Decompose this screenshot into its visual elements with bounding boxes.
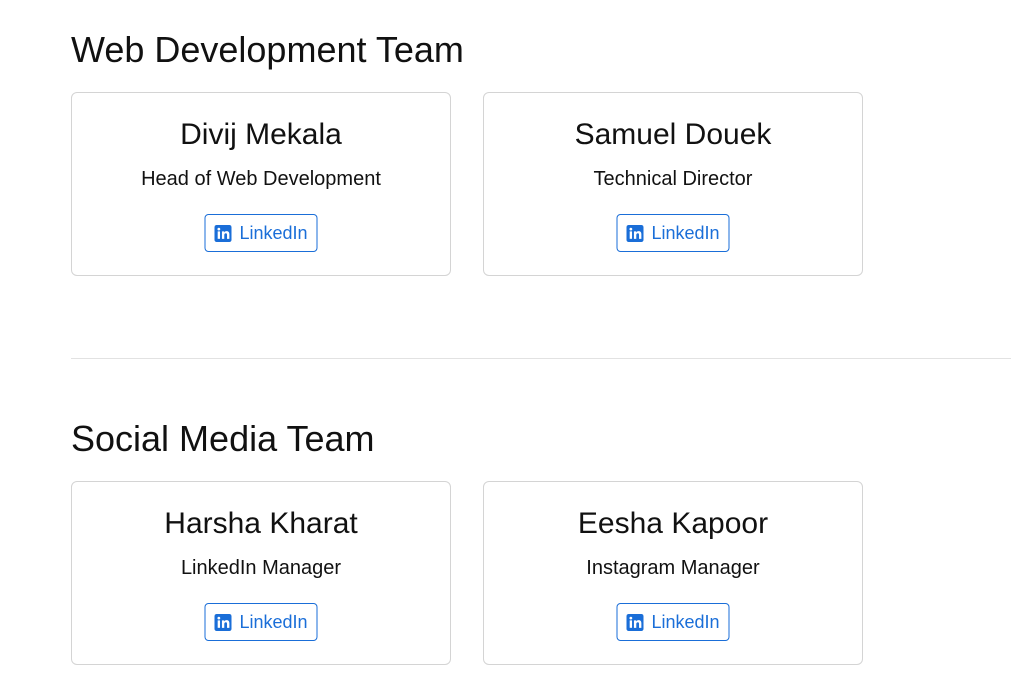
linkedin-button[interactable]: LinkedIn xyxy=(616,214,730,252)
member-card: Samuel Douek Technical Director LinkedIn xyxy=(483,92,863,276)
linkedin-button-label: LinkedIn xyxy=(239,611,308,632)
member-name: Eesha Kapoor xyxy=(577,507,769,540)
linkedin-icon xyxy=(626,613,644,631)
linkedin-button-label: LinkedIn xyxy=(239,222,308,243)
member-cards: Divij Mekala Head of Web Development Lin… xyxy=(71,92,871,278)
member-role: LinkedIn Manager xyxy=(180,557,342,579)
linkedin-icon xyxy=(214,613,232,631)
member-card: Harsha Kharat LinkedIn Manager LinkedIn xyxy=(71,481,451,665)
web-development-team-section: Web Development Team Divij Mekala Head o… xyxy=(71,28,1011,276)
member-card: Eesha Kapoor Instagram Manager LinkedIn xyxy=(483,481,863,665)
section-title: Web Development Team xyxy=(71,29,464,70)
linkedin-button[interactable]: LinkedIn xyxy=(204,603,318,641)
linkedin-button-label: LinkedIn xyxy=(651,611,720,632)
linkedin-button[interactable]: LinkedIn xyxy=(616,603,730,641)
linkedin-icon xyxy=(626,224,644,242)
linkedin-button[interactable]: LinkedIn xyxy=(204,214,318,252)
member-name: Divij Mekala xyxy=(180,118,342,151)
member-name: Harsha Kharat xyxy=(164,507,358,540)
linkedin-button-label: LinkedIn xyxy=(651,222,720,243)
team-page: Web Development Team Divij Mekala Head o… xyxy=(0,0,1011,676)
section-title: Social Media Team xyxy=(71,418,375,459)
member-card: Divij Mekala Head of Web Development Lin… xyxy=(71,92,451,276)
member-cards: Harsha Kharat LinkedIn Manager LinkedIn … xyxy=(71,481,871,667)
linkedin-icon xyxy=(214,224,232,242)
member-role: Technical Director xyxy=(593,168,753,190)
social-media-team-section: Social Media Team Harsha Kharat LinkedIn… xyxy=(71,417,1011,665)
member-name: Samuel Douek xyxy=(574,118,772,151)
section-divider xyxy=(71,358,1011,359)
member-role: Head of Web Development xyxy=(141,168,381,190)
member-role: Instagram Manager xyxy=(586,557,760,579)
